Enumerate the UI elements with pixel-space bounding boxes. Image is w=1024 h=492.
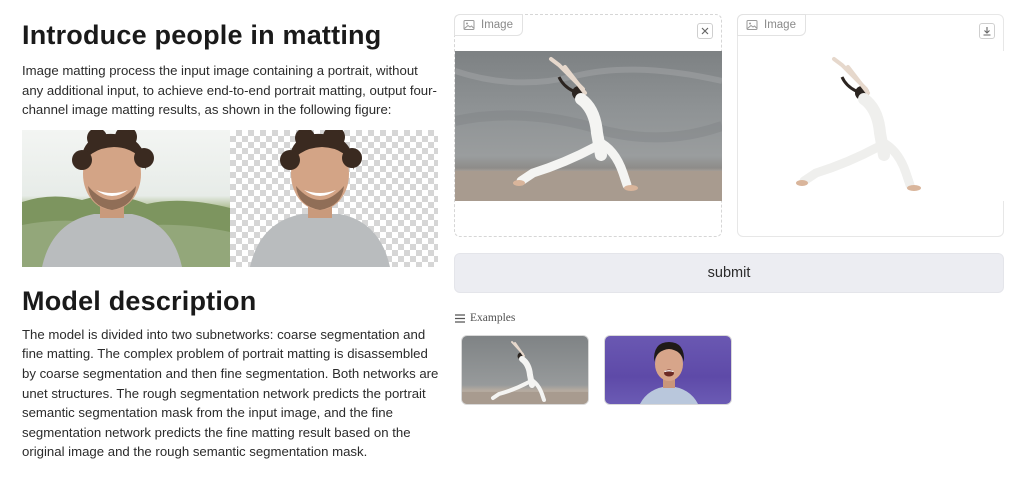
- image-icon: [463, 20, 475, 30]
- image-icon: [746, 20, 758, 30]
- input-image-label-text: Image: [481, 19, 513, 31]
- input-image-label: Image: [454, 14, 523, 36]
- model-title: Model description: [22, 285, 257, 316]
- download-icon: [983, 27, 991, 36]
- matting-demo-figure: [22, 129, 438, 267]
- examples-header: Examples: [455, 312, 515, 324]
- demo-original-photo: [22, 129, 230, 267]
- input-image-panel[interactable]: Image: [454, 14, 722, 237]
- download-button[interactable]: [979, 23, 995, 39]
- description-column: Introduce people in matting Image mattin…: [22, 16, 440, 462]
- model-text: The model is divided into two subnetwork…: [22, 326, 439, 460]
- example-yoga-thumbnail[interactable]: [461, 335, 589, 405]
- input-image-preview: [455, 51, 722, 201]
- submit-button[interactable]: submit: [454, 253, 1004, 293]
- intro-title: Introduce people in matting: [22, 20, 382, 50]
- output-image-panel: Image: [737, 14, 1004, 237]
- close-icon: [701, 27, 709, 35]
- clear-image-button[interactable]: [697, 23, 713, 39]
- output-image-label-text: Image: [764, 19, 796, 31]
- example-portrait-thumbnail[interactable]: [604, 335, 732, 405]
- examples-label: Examples: [470, 312, 516, 324]
- list-icon: [455, 313, 465, 323]
- intro-text: Image matting process the input image co…: [22, 63, 437, 118]
- output-image-preview: [738, 51, 1004, 201]
- demo-matte-result: [230, 129, 438, 267]
- output-image-label: Image: [737, 14, 806, 36]
